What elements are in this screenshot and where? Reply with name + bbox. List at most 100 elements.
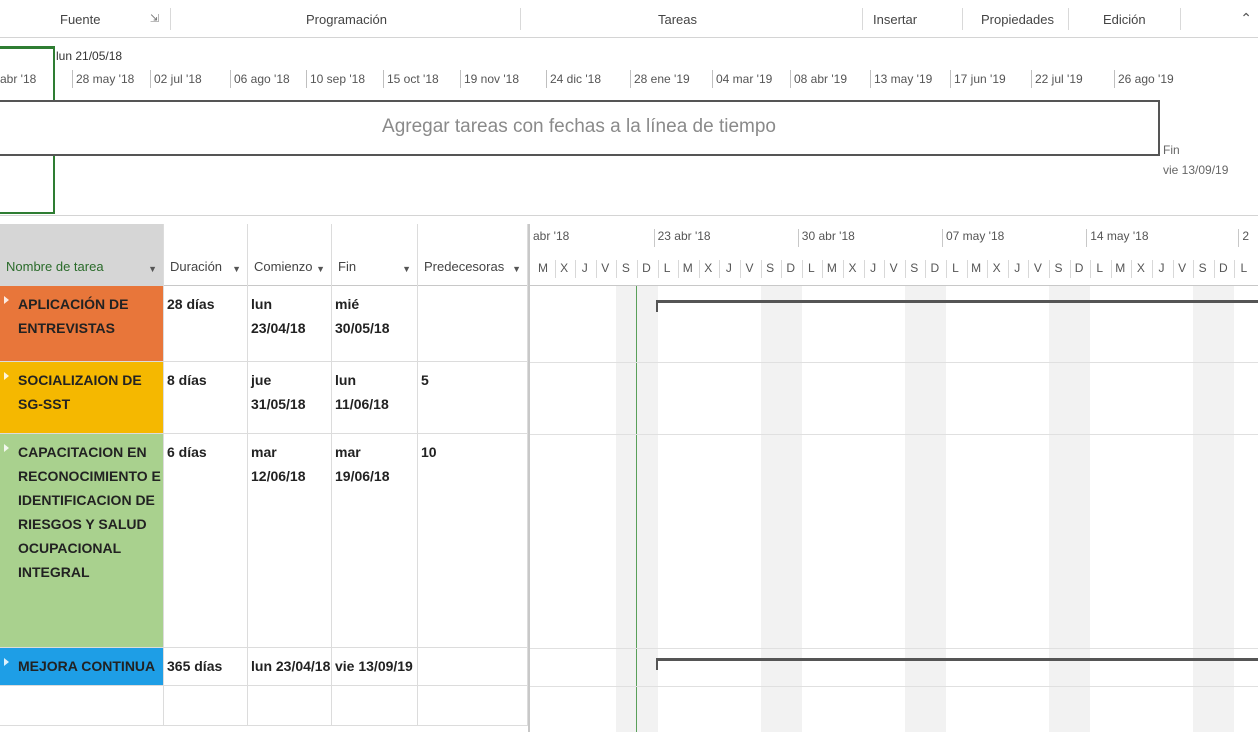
expand-arrow-icon[interactable] — [4, 372, 9, 380]
timeline-date-label: 02 jul '18 — [150, 70, 202, 88]
cell-text: lun — [251, 296, 272, 312]
weekend-shading — [1193, 286, 1235, 732]
timeline-date-label: 04 mar '19 — [712, 70, 772, 88]
expand-arrow-icon[interactable] — [4, 658, 9, 666]
ribbon-group-schedule: Programación — [306, 12, 387, 27]
column-header-finish[interactable]: Fin ▼ — [332, 224, 418, 286]
summary-bar-aplicacion[interactable] — [655, 300, 1258, 303]
table-row[interactable]: CAPACITACION EN RECONOCIMIENTO E IDENTIFIC… — [0, 434, 528, 648]
summary-bar-start-tick — [655, 658, 658, 670]
timeline-date-label: 15 oct '18 — [383, 70, 439, 88]
gantt-day-label: M — [678, 260, 696, 278]
cell-start[interactable]: lun 23/04/18 — [248, 286, 332, 361]
timeline-date-label: abr '18 — [0, 72, 37, 86]
gantt-day-label: L — [801, 260, 820, 278]
timeline-date-label: 17 jun '19 — [950, 70, 1006, 88]
cell-task-name[interactable]: MEJORA CONTINUA — [0, 648, 164, 685]
gantt-status-date-line — [636, 286, 637, 732]
summary-bar-mejora[interactable] — [655, 658, 1258, 661]
column-header-start[interactable]: Comienzo ▼ — [248, 224, 332, 286]
gantt-day-label: V — [595, 260, 614, 278]
dropdown-arrow-icon[interactable]: ▼ — [232, 264, 241, 274]
cell-text: mar — [335, 444, 361, 460]
cell-finish[interactable]: vie 13/09/19 — [332, 648, 418, 685]
dropdown-arrow-icon[interactable]: ▼ — [402, 264, 411, 274]
cell-finish[interactable]: mar 19/06/18 — [332, 434, 418, 647]
cell-text: 10 — [421, 444, 437, 460]
timeline-date-label: 28 may '18 — [72, 70, 134, 88]
task-sheet[interactable]: Nombre de tarea ▼ Duración ▼ Comienzo ▼ Fin… — [0, 224, 528, 732]
empty-row[interactable] — [0, 686, 528, 726]
cell-text: vie 13/09/19 — [335, 658, 413, 674]
cell-text: INTEGRAL — [18, 564, 90, 580]
cell-text: MEJORA CONTINUA — [18, 658, 156, 674]
weekend-shading — [760, 286, 802, 732]
cell-start[interactable]: mar 12/06/18 — [248, 434, 332, 647]
cell-text: 31/05/18 — [251, 396, 306, 412]
empty-cell[interactable] — [332, 686, 418, 725]
table-row[interactable]: MEJORA CONTINUA 365 días lun 23/04/18 vie 1… — [0, 648, 528, 686]
gantt-chart[interactable]: abr '18 23 abr '18 30 abr '18 07 may '18 14 … — [528, 224, 1258, 732]
sheet-header: Nombre de tarea ▼ Duración ▼ Comienzo ▼ Fin… — [0, 224, 528, 286]
weekend-shading — [904, 286, 946, 732]
cell-finish[interactable]: mié 30/05/18 — [332, 286, 418, 361]
cell-duration[interactable]: 365 días — [164, 648, 248, 685]
cell-task-name[interactable]: CAPACITACION EN RECONOCIMIENTO E IDENTIFIC… — [0, 434, 164, 647]
empty-cell[interactable] — [248, 686, 332, 725]
cell-duration[interactable]: 6 días — [164, 434, 248, 647]
gantt-day-label: M — [538, 261, 548, 275]
chevron-up-icon[interactable]: ⌃ — [1240, 10, 1252, 27]
cell-text: 30/05/18 — [335, 320, 390, 336]
timeline-date-label: 08 abr '19 — [790, 70, 847, 88]
table-row[interactable]: APLICACIÓN DE ENTREVISTAS 28 días lun 23/04/… — [0, 286, 528, 362]
gantt-week-label: 23 abr '18 — [653, 229, 711, 247]
cell-text: APLICACIÓN DE — [18, 296, 129, 312]
column-header-predecessors[interactable]: Predecesoras ▼ — [418, 224, 528, 286]
timeline-today-label: lun 21/05/18 — [56, 49, 123, 63]
cell-duration[interactable]: 8 días — [164, 362, 248, 433]
cell-text: OCUPACIONAL — [18, 540, 122, 556]
empty-cell[interactable] — [418, 686, 528, 725]
gantt-day-label: S — [616, 260, 634, 278]
gantt-day-label: X — [987, 260, 1005, 278]
dialog-launcher-icon[interactable]: ⇲ — [150, 12, 159, 25]
cell-text: 5 — [421, 372, 429, 388]
timeline-bar[interactable]: Agregar tareas con fechas a la línea de … — [0, 100, 1160, 156]
cell-finish[interactable]: lun 11/06/18 — [332, 362, 418, 433]
expand-arrow-icon[interactable] — [4, 444, 9, 452]
column-header-duration[interactable]: Duración ▼ — [164, 224, 248, 286]
cell-text: jue — [251, 372, 272, 388]
gantt-week-scale: abr '18 23 abr '18 30 abr '18 07 may '18 14 … — [530, 224, 1258, 247]
empty-cell[interactable] — [164, 686, 248, 725]
table-row[interactable]: SOCIALIZAION DE SG-SST 8 días jue 31/05/18 lu… — [0, 362, 528, 434]
cell-predecessors[interactable] — [418, 648, 528, 685]
cell-task-name[interactable]: APLICACIÓN DE ENTREVISTAS — [0, 286, 164, 361]
gantt-day-label: V — [1028, 260, 1046, 278]
timeline-finish-date: vie 13/09/19 — [1163, 163, 1229, 177]
expand-arrow-icon[interactable] — [4, 296, 9, 304]
timeline-placeholder: Agregar tareas con fechas a la línea de … — [382, 116, 776, 137]
gantt-week-label: abr '18 — [533, 229, 570, 243]
gantt-day-label: J — [1152, 260, 1170, 278]
dropdown-arrow-icon[interactable]: ▼ — [148, 264, 157, 274]
cell-task-name[interactable]: SOCIALIZAION DE SG-SST — [0, 362, 164, 433]
timeline-date-label: 24 dic '18 — [546, 70, 601, 88]
empty-cell[interactable] — [0, 686, 164, 725]
cell-start[interactable]: jue 31/05/18 — [248, 362, 332, 433]
cell-predecessors[interactable]: 10 — [418, 434, 528, 647]
cell-predecessors[interactable]: 5 — [418, 362, 528, 433]
column-header-task-name[interactable]: Nombre de tarea ▼ — [0, 224, 164, 286]
timeline-today-marker — [0, 46, 55, 49]
dropdown-arrow-icon[interactable]: ▼ — [512, 264, 521, 274]
cell-text: mié — [335, 296, 360, 312]
cell-predecessors[interactable] — [418, 286, 528, 361]
gantt-day-scale: MXJVSDLMXJVSDLMXJVSDLMXJVSDLMXJVSDL — [530, 248, 1258, 286]
gantt-week-label: 2 — [1238, 229, 1249, 247]
cell-text: SOCIALIZAION DE — [18, 372, 142, 388]
timeline-pane[interactable]: lun 21/05/18 abr '18 28 may '18 02 jul '18… — [0, 38, 1258, 216]
cell-duration[interactable]: 28 días — [164, 286, 248, 361]
dropdown-arrow-icon[interactable]: ▼ — [316, 264, 325, 274]
cell-start[interactable]: lun 23/04/18 — [248, 648, 332, 685]
gantt-day-label: S — [760, 260, 779, 278]
gantt-day-label: D — [781, 260, 799, 278]
